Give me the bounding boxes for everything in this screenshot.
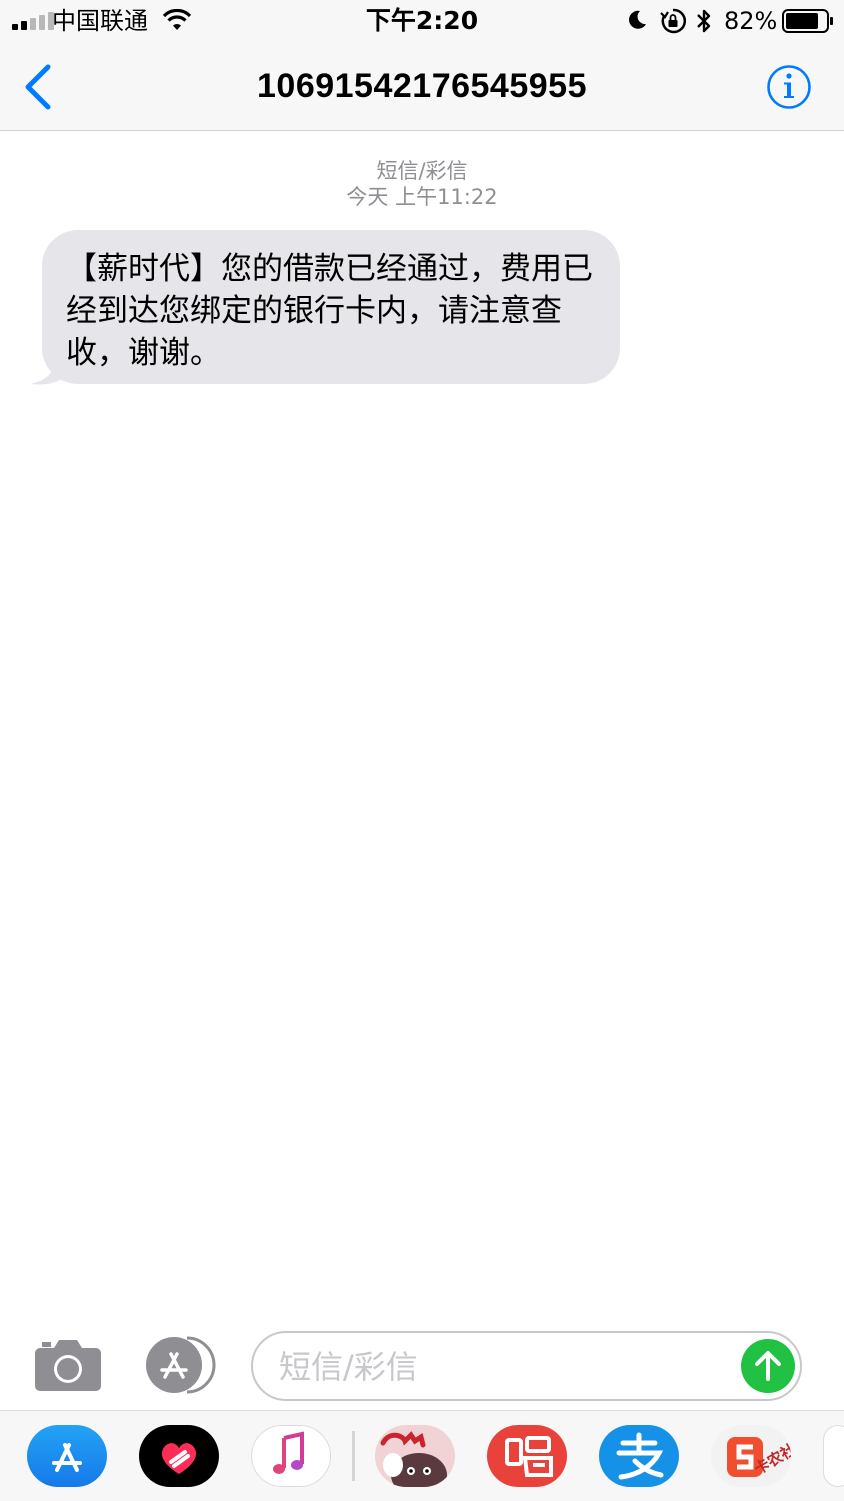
message-type-label: 短信/彩信 [376,159,468,183]
camera-icon[interactable] [34,1338,102,1392]
strip-divider [352,1431,355,1481]
do-not-disturb-icon [629,10,646,29]
message-text: 【薪时代】您的借款已经通过，费用已经到达您绑定的银行卡内，请注意查收，谢谢。 [66,251,593,371]
info-icon[interactable] [766,64,812,110]
incoming-message-bubble[interactable]: 【薪时代】您的借款已经通过，费用已经到达您绑定的银行卡内，请注意查收，谢谢。 [42,230,620,384]
navigation-bar: 10691542176545955 [0,42,844,131]
message-input[interactable]: 短信/彩信 [251,1331,802,1401]
alipay-icon[interactable] [599,1425,679,1487]
clock-time: 下午2:20 [365,6,479,35]
bluetooth-icon [697,9,711,33]
app-store-drawer-icon[interactable] [143,1336,217,1394]
input-placeholder: 短信/彩信 [279,1348,418,1386]
battery-percentage: 82% [724,7,778,35]
send-button[interactable] [741,1339,795,1393]
digital-touch-icon[interactable] [139,1425,219,1487]
arrow-up-icon [755,1351,781,1381]
rotation-lock-icon [660,8,686,34]
imessage-app-strip: 卡农社区 [0,1410,844,1501]
sing-app-icon[interactable] [487,1425,567,1487]
battery-icon [782,9,833,33]
appstore-icon[interactable] [27,1425,107,1487]
sogou-app-icon[interactable]: 卡农社区 [711,1425,791,1487]
status-bar: 中国联通 下午2:20 82% [0,0,844,42]
more-apps-icon[interactable] [823,1425,844,1487]
message-timestamp: 今天 上午11:22 [346,185,498,209]
sticker-app-icon[interactable] [375,1425,455,1487]
conversation-title: 10691542176545955 [257,67,587,105]
music-icon[interactable] [251,1425,331,1487]
